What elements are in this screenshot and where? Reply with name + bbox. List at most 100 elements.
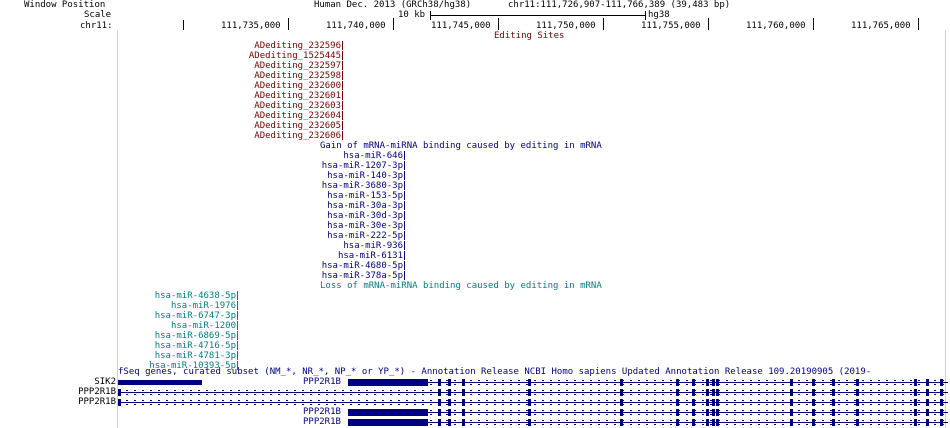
intron-chevron xyxy=(622,390,624,391)
gene-side-label[interactable]: SIK2 xyxy=(2,377,116,387)
gene-exon[interactable] xyxy=(448,419,451,426)
gene-exon[interactable] xyxy=(706,419,709,426)
intron-chevron xyxy=(830,380,832,381)
intron-chevron xyxy=(910,384,912,385)
gene-exon[interactable] xyxy=(914,409,917,416)
scale-bar-left-tick xyxy=(430,11,431,20)
gain-mirna-item[interactable]: hsa-miR-1207-3p xyxy=(322,161,405,171)
intron-chevron xyxy=(902,420,904,421)
intron-chevron xyxy=(790,400,792,401)
gene-exon[interactable] xyxy=(832,419,835,426)
intron-chevron xyxy=(406,394,408,395)
intron-chevron xyxy=(934,380,936,381)
gain-mirna-item[interactable]: hsa-miR-30e-3p xyxy=(327,221,405,231)
gene-exon[interactable] xyxy=(448,399,451,406)
editing-site-item[interactable]: ADediting_232600 xyxy=(254,81,343,91)
gain-mirna-item[interactable]: hsa-miR-4680-5p xyxy=(322,261,405,271)
gene-exon[interactable] xyxy=(448,389,451,396)
editing-site-item[interactable]: ADediting_232603 xyxy=(254,101,343,111)
loss-mirna-item[interactable]: hsa-miR-1976 xyxy=(171,301,238,311)
gene-exon[interactable] xyxy=(832,389,835,396)
editing-site-item[interactable]: ADediting_1525445 xyxy=(249,51,343,61)
gene-exon[interactable] xyxy=(528,399,531,406)
gene-inline-label[interactable]: PPP2R1B xyxy=(303,377,341,387)
gain-mirna-item[interactable]: hsa-miR-378a-5p xyxy=(322,271,405,281)
gene-exon[interactable] xyxy=(914,379,917,386)
intron-chevron xyxy=(470,410,472,411)
gene-exon[interactable] xyxy=(712,409,715,416)
gene-exon[interactable] xyxy=(706,409,709,416)
intron-chevron xyxy=(366,394,368,395)
gain-mirna-item[interactable]: hsa-miR-30a-3p xyxy=(327,201,405,211)
gene-exon[interactable] xyxy=(832,409,835,416)
intron-chevron xyxy=(222,400,224,401)
gene-exon[interactable] xyxy=(118,389,121,396)
gene-exon[interactable] xyxy=(348,379,428,386)
gene-exon[interactable] xyxy=(832,379,835,386)
loss-mirna-item[interactable]: hsa-miR-6869-5p xyxy=(155,331,238,341)
gene-exon[interactable] xyxy=(856,419,859,426)
gain-mirna-item[interactable]: hsa-miR-6131 xyxy=(338,251,405,261)
gene-exon[interactable] xyxy=(706,399,709,406)
gene-exon[interactable] xyxy=(348,409,428,416)
gene-exon[interactable] xyxy=(118,380,202,385)
mirna-label: hsa-miR-3680-3p xyxy=(321,181,403,191)
intron-chevron xyxy=(910,420,912,421)
editing-site-item[interactable]: ADediting_232598 xyxy=(254,71,343,81)
gene-exon[interactable] xyxy=(914,419,917,426)
loss-mirna-item[interactable]: hsa-miR-6747-3p xyxy=(155,311,238,321)
editing-site-item[interactable]: ADediting_232604 xyxy=(254,111,343,121)
gain-mirna-item[interactable]: hsa-miR-3680-3p xyxy=(322,181,405,191)
intron-chevron xyxy=(550,414,552,415)
gain-mirna-item[interactable]: hsa-miR-153-5p xyxy=(327,191,405,201)
gene-inline-label[interactable]: PPP2R1B xyxy=(303,417,341,427)
gene-exon[interactable] xyxy=(856,379,859,386)
editing-site-item[interactable]: ADediting_232597 xyxy=(254,61,343,71)
gene-exon[interactable] xyxy=(712,419,715,426)
gain-mirna-item[interactable]: hsa-miR-30d-3p xyxy=(327,211,405,221)
gene-exon[interactable] xyxy=(856,389,859,396)
loss-mirna-item[interactable]: hsa-miR-4638-5p xyxy=(155,291,238,301)
gene-exon[interactable] xyxy=(528,379,531,386)
gene-exon[interactable] xyxy=(448,379,451,386)
gene-exon[interactable] xyxy=(448,409,451,416)
loss-mirna-item[interactable]: hsa-miR-4716-5p xyxy=(155,341,238,351)
intron-chevron xyxy=(382,390,384,391)
gain-mirna-item[interactable]: hsa-miR-222-5p xyxy=(327,231,405,241)
intron-chevron xyxy=(486,384,488,385)
gene-exon[interactable] xyxy=(832,399,835,406)
editing-site-item[interactable]: ADediting_232596 xyxy=(254,41,343,51)
intron-chevron xyxy=(870,380,872,381)
gene-side-label[interactable]: PPP2R1B xyxy=(2,397,116,407)
gene-exon[interactable] xyxy=(712,389,715,396)
gene-exon[interactable] xyxy=(712,399,715,406)
gene-exon[interactable] xyxy=(528,409,531,416)
gene-exon[interactable] xyxy=(914,399,917,406)
intron-chevron xyxy=(638,384,640,385)
gene-exon[interactable] xyxy=(348,419,428,426)
editing-site-item[interactable]: ADediting_232606 xyxy=(254,131,343,141)
intron-chevron xyxy=(534,404,536,405)
gene-side-label[interactable]: PPP2R1B xyxy=(2,387,116,397)
gain-mirna-item[interactable]: hsa-miR-140-3p xyxy=(327,171,405,181)
intron-chevron xyxy=(910,390,912,391)
ruler-tick xyxy=(708,18,709,30)
gain-mirna-item[interactable]: hsa-miR-646 xyxy=(343,151,405,161)
gain-mirna-item[interactable]: hsa-miR-936 xyxy=(343,241,405,251)
gene-exon[interactable] xyxy=(118,399,121,406)
editing-site-item[interactable]: ADediting_232605 xyxy=(254,121,343,131)
gene-exon[interactable] xyxy=(856,399,859,406)
editing-site-item[interactable]: ADediting_232601 xyxy=(254,91,343,101)
gene-exon[interactable] xyxy=(914,389,917,396)
gene-exon[interactable] xyxy=(706,389,709,396)
loss-mirna-item[interactable]: hsa-miR-1200 xyxy=(171,321,238,331)
loss-mirna-item[interactable]: hsa-miR-4781-3p xyxy=(155,351,238,361)
gene-exon[interactable] xyxy=(528,389,531,396)
gene-exon[interactable] xyxy=(712,379,715,386)
intron-chevron xyxy=(902,400,904,401)
gene-exon[interactable] xyxy=(528,419,531,426)
gene-exon[interactable] xyxy=(706,379,709,386)
intron-chevron xyxy=(574,414,576,415)
gene-exon[interactable] xyxy=(856,409,859,416)
gene-inline-label[interactable]: PPP2R1B xyxy=(303,407,341,417)
